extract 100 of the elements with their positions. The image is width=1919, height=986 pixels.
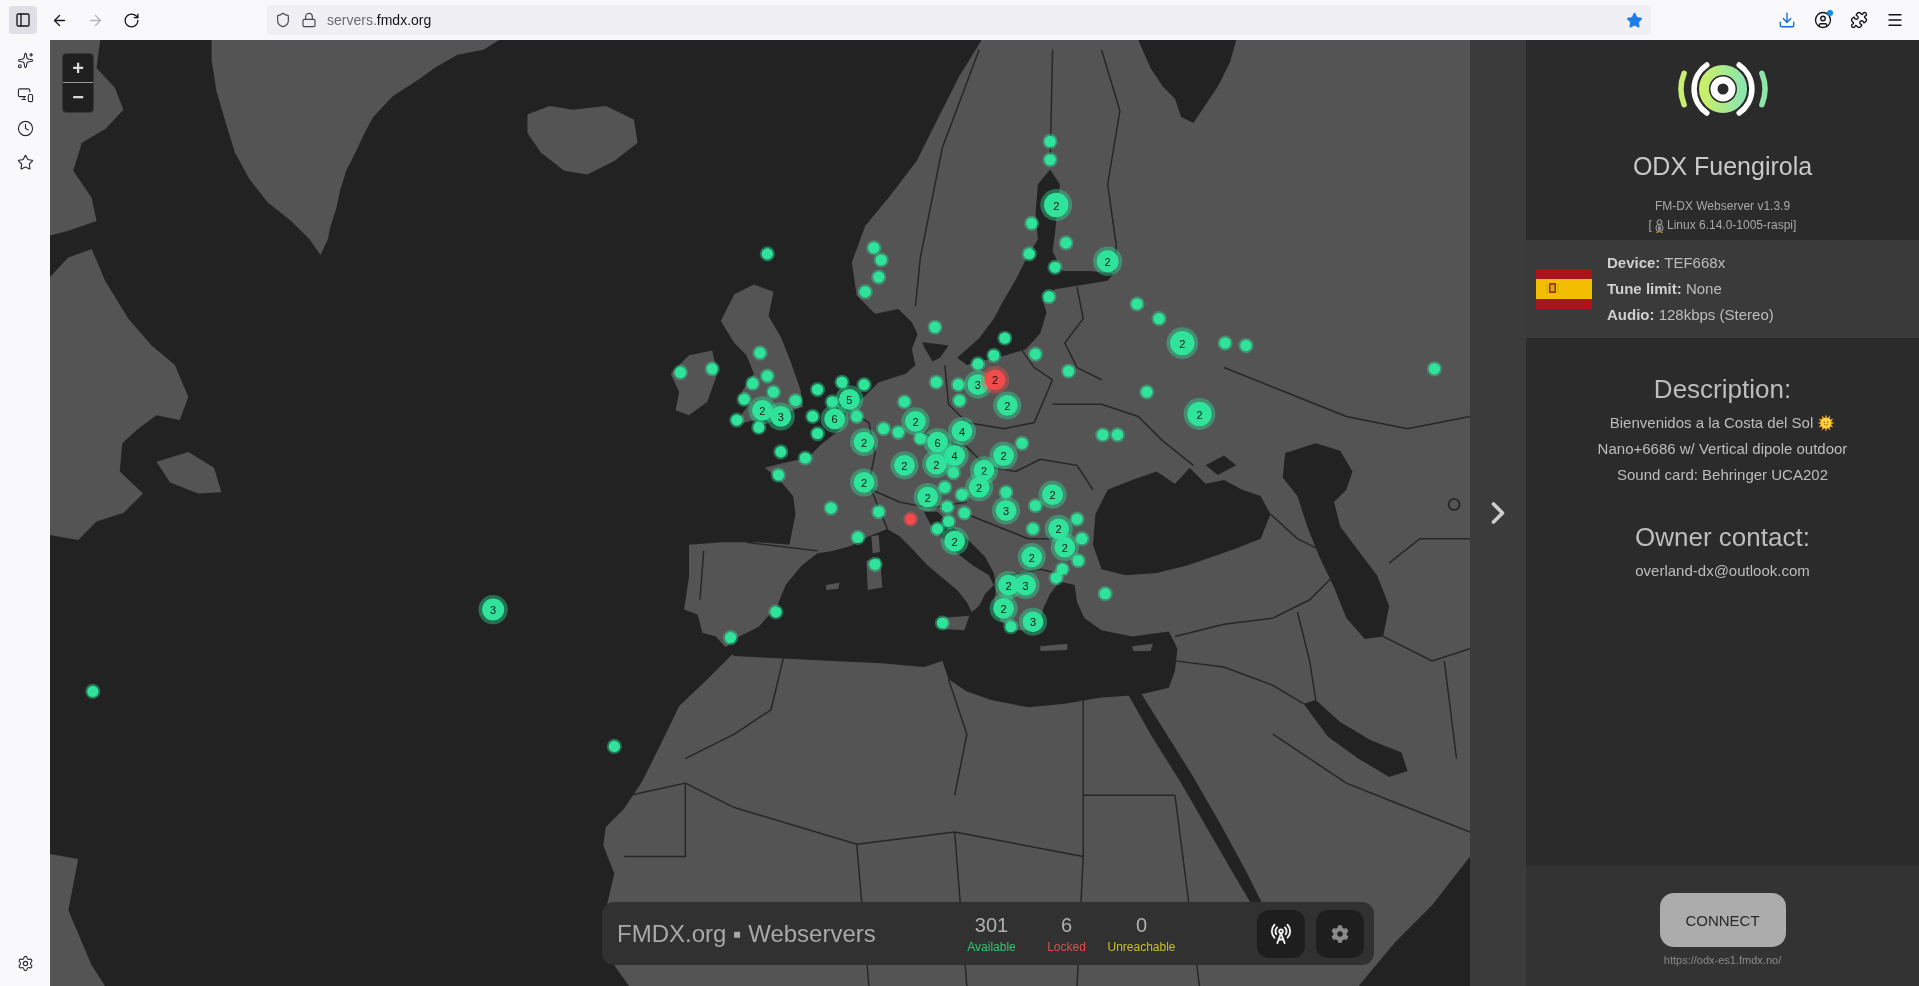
cluster-marker[interactable]: 2 bbox=[1050, 533, 1079, 562]
server-marker[interactable] bbox=[1003, 619, 1019, 635]
server-marker[interactable] bbox=[736, 391, 752, 407]
server-marker[interactable] bbox=[797, 450, 813, 466]
server-marker[interactable] bbox=[1129, 296, 1145, 312]
server-marker[interactable] bbox=[1048, 570, 1064, 586]
cluster-marker[interactable]: 2 bbox=[1040, 189, 1073, 221]
server-marker[interactable] bbox=[903, 511, 919, 527]
server-marker[interactable] bbox=[956, 505, 972, 521]
server-marker[interactable] bbox=[866, 240, 882, 256]
server-marker[interactable] bbox=[1070, 553, 1086, 569]
server-marker[interactable] bbox=[890, 424, 906, 440]
server-marker[interactable] bbox=[1109, 427, 1126, 443]
server-marker[interactable] bbox=[873, 252, 889, 268]
cluster-marker[interactable]: 2 bbox=[989, 594, 1018, 623]
server-marker[interactable] bbox=[998, 484, 1014, 500]
settings-button[interactable] bbox=[1316, 909, 1364, 958]
zoom-button[interactable]: − bbox=[63, 83, 93, 112]
server-marker[interactable] bbox=[1021, 246, 1037, 262]
server-marker[interactable] bbox=[1027, 498, 1043, 514]
server-marker[interactable] bbox=[606, 738, 622, 755]
settings-icon[interactable] bbox=[16, 954, 34, 972]
server-marker[interactable] bbox=[927, 319, 943, 335]
server-marker[interactable] bbox=[1139, 384, 1155, 400]
server-marker[interactable] bbox=[729, 412, 745, 428]
cluster-marker[interactable]: 2 bbox=[890, 451, 919, 480]
server-marker[interactable] bbox=[867, 556, 883, 572]
cluster-marker[interactable]: 6 bbox=[820, 404, 849, 433]
cluster-marker[interactable]: 2 bbox=[922, 450, 951, 479]
cluster-marker[interactable]: 2 bbox=[913, 483, 942, 512]
server-marker[interactable] bbox=[770, 467, 786, 483]
cluster-marker[interactable]: 2 bbox=[1038, 480, 1067, 509]
server-marker[interactable] bbox=[1426, 361, 1443, 377]
cluster-marker[interactable]: 3 bbox=[1011, 571, 1040, 600]
devices-icon[interactable] bbox=[16, 85, 34, 103]
server-marker[interactable] bbox=[849, 408, 865, 425]
cluster-marker[interactable]: 2 bbox=[993, 391, 1022, 420]
server-marker[interactable] bbox=[1151, 311, 1167, 327]
download-icon[interactable] bbox=[1778, 11, 1796, 29]
server-marker[interactable] bbox=[945, 465, 961, 481]
server-marker[interactable] bbox=[1024, 215, 1040, 231]
server-marker[interactable] bbox=[1025, 521, 1041, 537]
cluster-marker[interactable]: 2 bbox=[1017, 542, 1046, 572]
server-marker[interactable] bbox=[823, 500, 839, 516]
connect-button[interactable]: CONNECT bbox=[1659, 893, 1786, 947]
sparkle-icon[interactable] bbox=[16, 51, 34, 69]
server-marker[interactable] bbox=[752, 345, 768, 361]
server-marker[interactable] bbox=[896, 394, 913, 410]
cluster-marker[interactable]: 4 bbox=[947, 417, 977, 446]
puzzle-icon[interactable] bbox=[1850, 11, 1868, 29]
server-marker[interactable] bbox=[759, 368, 775, 384]
server-marker[interactable] bbox=[765, 384, 782, 400]
server-marker[interactable] bbox=[934, 615, 950, 631]
server-marker[interactable] bbox=[1041, 289, 1057, 305]
server-marker[interactable] bbox=[809, 381, 826, 398]
server-marker[interactable] bbox=[912, 430, 928, 447]
server-marker[interactable] bbox=[773, 444, 789, 460]
cluster-marker[interactable]: 2 bbox=[940, 527, 969, 556]
cluster-marker[interactable]: 5 bbox=[835, 385, 864, 414]
cluster-marker[interactable]: 2 bbox=[849, 468, 879, 497]
lock-icon[interactable] bbox=[301, 12, 317, 28]
server-marker[interactable] bbox=[937, 479, 953, 495]
server-marker[interactable] bbox=[857, 284, 873, 300]
antenna-button[interactable] bbox=[1257, 909, 1305, 958]
cluster-marker[interactable]: 3 bbox=[991, 496, 1021, 525]
cluster-marker[interactable]: 2 bbox=[980, 365, 1010, 394]
server-marker[interactable] bbox=[871, 504, 887, 520]
server-marker[interactable] bbox=[1069, 511, 1085, 527]
cluster-marker[interactable]: 3 bbox=[766, 402, 795, 431]
server-marker[interactable] bbox=[1074, 531, 1090, 547]
server-marker[interactable] bbox=[876, 421, 892, 437]
server-marker[interactable] bbox=[1097, 586, 1113, 602]
server-marker[interactable] bbox=[954, 487, 970, 503]
server-marker[interactable] bbox=[723, 630, 739, 646]
server-marker[interactable] bbox=[824, 394, 840, 410]
cluster-marker[interactable]: 2 bbox=[1183, 398, 1216, 430]
account-icon[interactable] bbox=[1814, 11, 1832, 29]
server-marker[interactable] bbox=[1047, 259, 1063, 275]
server-marker[interactable] bbox=[85, 683, 101, 700]
server-marker[interactable] bbox=[928, 374, 944, 390]
reload-icon[interactable] bbox=[122, 11, 140, 29]
cluster-marker[interactable]: 2 bbox=[1092, 246, 1123, 276]
server-marker[interactable] bbox=[1014, 435, 1030, 451]
server-marker[interactable] bbox=[951, 392, 968, 409]
server-marker[interactable] bbox=[1042, 152, 1058, 168]
server-marker[interactable] bbox=[856, 377, 872, 393]
server-marker[interactable] bbox=[940, 513, 957, 530]
server-marker[interactable] bbox=[871, 269, 887, 285]
star-icon[interactable] bbox=[1626, 11, 1643, 29]
server-marker[interactable] bbox=[1060, 363, 1077, 379]
server-marker[interactable] bbox=[768, 604, 784, 620]
server-marker[interactable] bbox=[850, 529, 866, 546]
menu-icon[interactable] bbox=[1886, 11, 1904, 29]
sidebar-toggle-button[interactable] bbox=[9, 6, 37, 34]
server-marker[interactable] bbox=[809, 425, 826, 442]
zoom-button[interactable]: + bbox=[63, 54, 93, 83]
cluster-marker[interactable]: 3 bbox=[1018, 607, 1048, 636]
server-marker[interactable] bbox=[1217, 335, 1233, 351]
server-marker[interactable] bbox=[1095, 427, 1111, 443]
server-marker[interactable] bbox=[939, 499, 955, 515]
